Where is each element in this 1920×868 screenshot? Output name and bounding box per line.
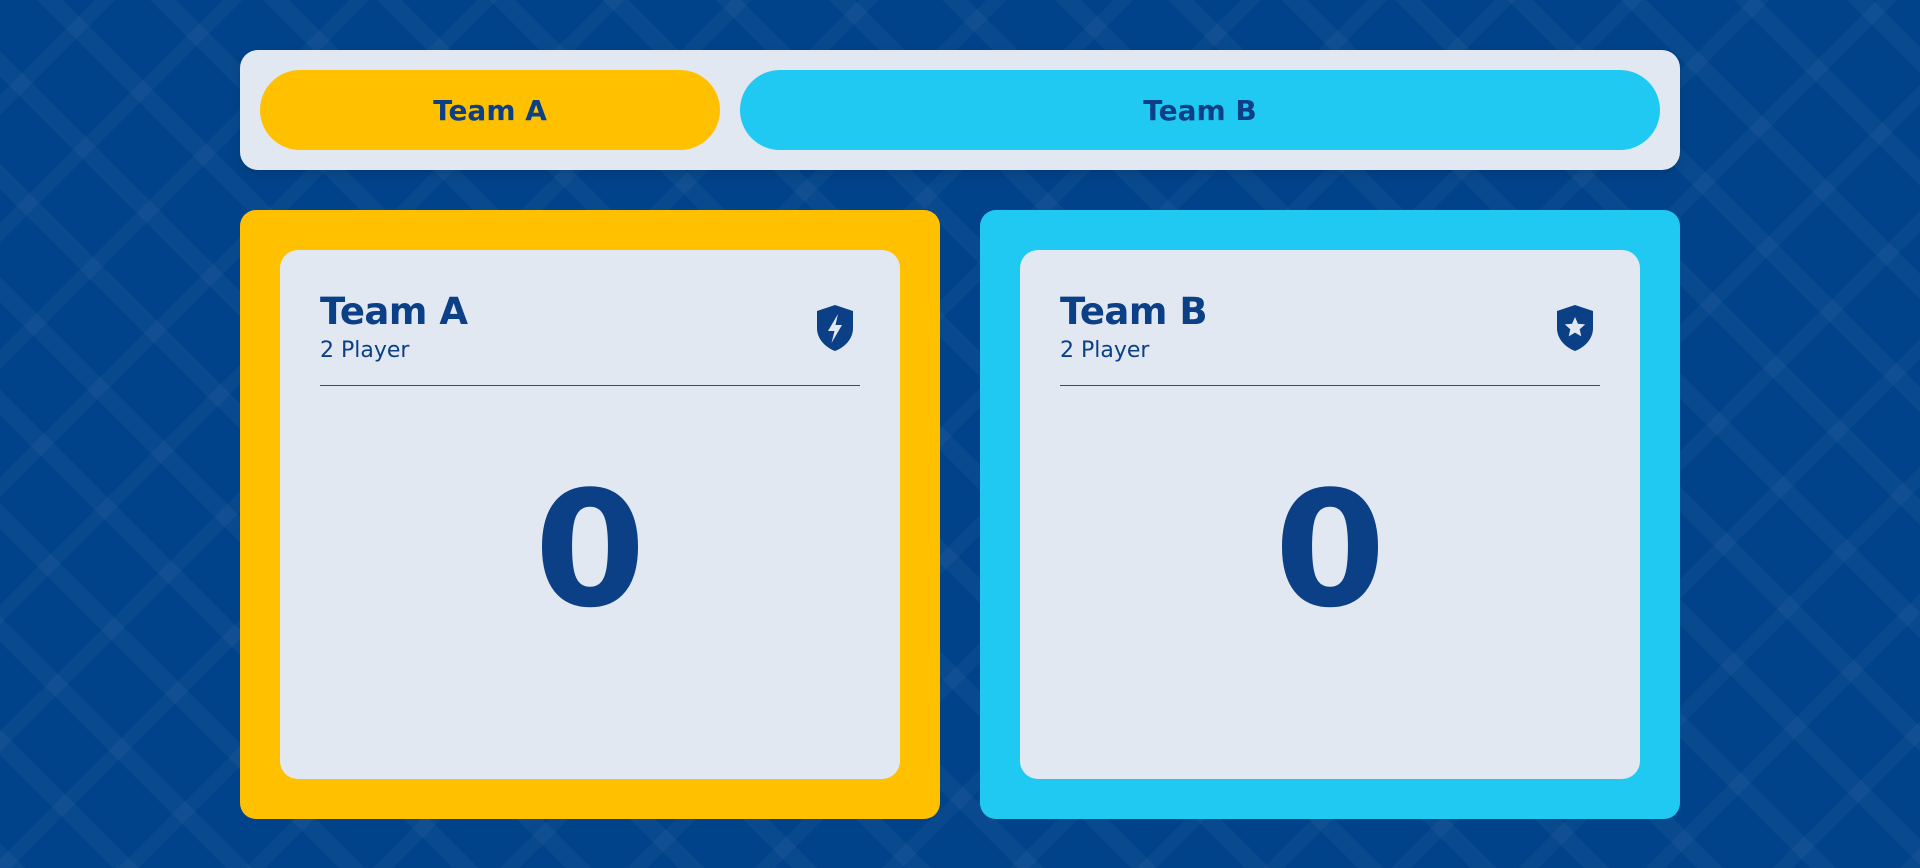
team-a-panel: Team A 2 Player 0 [240,210,940,819]
tab-team-b[interactable]: Team B [740,70,1660,150]
team-b-header: Team B 2 Player [1060,290,1600,386]
shield-star-icon [1557,305,1593,351]
team-a-header: Team A 2 Player [320,290,860,386]
team-b-player-count: 2 Player [1060,338,1150,363]
team-a-player-count: 2 Player [320,338,410,363]
team-a-name: Team A [320,290,468,333]
team-b-panel: Team B 2 Player 0 [980,210,1680,819]
tab-team-a[interactable]: Team A [260,70,720,150]
team-b-card: Team B 2 Player 0 [1020,250,1640,779]
team-b-name: Team B [1060,290,1208,333]
team-a-score: 0 [534,456,646,643]
shield-lightning-icon [817,305,853,351]
team-a-card: Team A 2 Player 0 [280,250,900,779]
team-b-score: 0 [1274,456,1386,643]
team-tab-bar: Team A Team B [240,50,1680,170]
